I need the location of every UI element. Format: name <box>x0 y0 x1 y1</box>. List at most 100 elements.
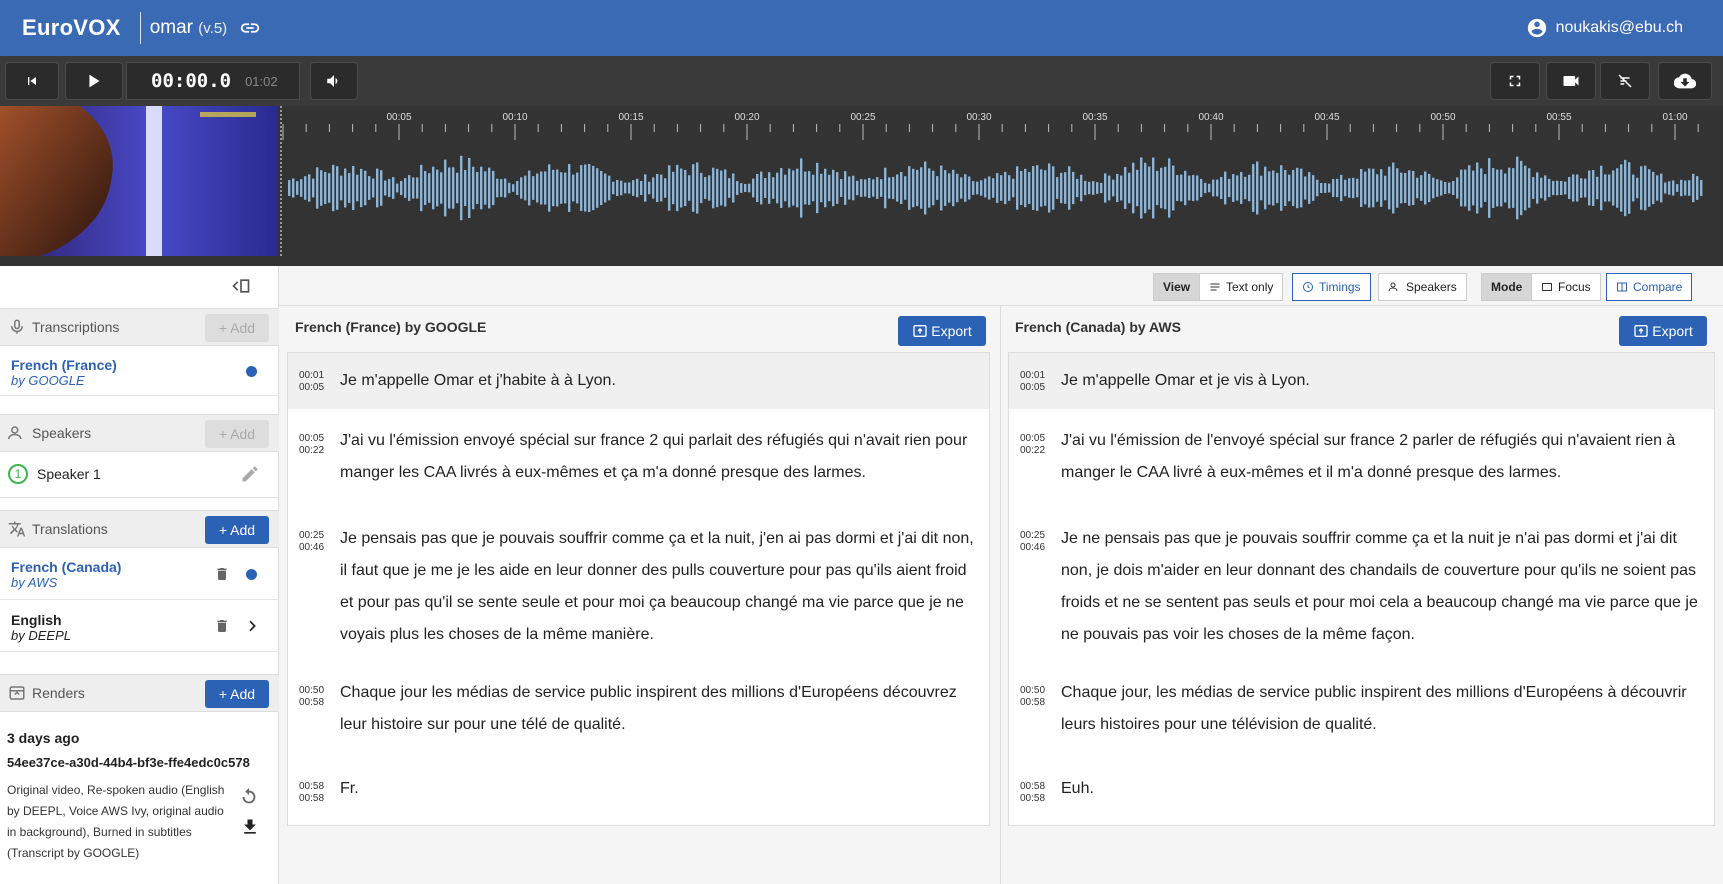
play-button[interactable] <box>65 62 123 100</box>
waveform-timeline[interactable]: 00:05 00:10 00:15 00:20 00:25 00:30 00:35 00:40… <box>280 106 1723 266</box>
collapse-sidebar-icon[interactable] <box>230 276 252 296</box>
left-panel-header: French (France) by GOOGLE <box>279 306 1000 348</box>
waveform-bar <box>1140 157 1143 219</box>
waveform-bar <box>584 164 587 212</box>
focus-toggle[interactable]: Focus <box>1531 273 1601 301</box>
segment-text[interactable]: Chaque jour, les médias de service publi… <box>1061 677 1701 741</box>
waveform-bar <box>916 169 919 207</box>
waveform-bar <box>1072 171 1075 205</box>
segment-text[interactable]: Je pensais pas que je pouvais souffrir c… <box>340 523 980 651</box>
waveform-bar <box>1584 178 1587 198</box>
waveform-bar <box>1316 179 1319 197</box>
waveform-bar <box>1512 168 1515 208</box>
waveform-bar <box>700 172 703 204</box>
speaker-number-badge: 1 <box>8 464 28 484</box>
waveform-bar <box>1332 179 1335 197</box>
segment-text[interactable]: Euh. <box>1061 773 1701 805</box>
user-menu[interactable]: noukakis@ebu.ch <box>1526 17 1683 39</box>
timings-toggle[interactable]: Timings <box>1292 273 1371 301</box>
delete-icon[interactable] <box>214 565 230 583</box>
waveform-bar <box>1320 182 1323 194</box>
left-transcript-panel: French (France) by GOOGLE Export 00:01 0… <box>279 306 1000 884</box>
segment-text[interactable]: Je m'appelle Omar et je vis à Lyon. <box>1061 365 1701 397</box>
app-logo[interactable]: EuroVOX <box>22 15 121 41</box>
waveform-bar <box>340 175 343 201</box>
waveform-bar <box>856 180 859 196</box>
waveform-bar <box>1336 178 1339 198</box>
segment[interactable]: 00:50 00:58 Chaque jour les médias de se… <box>288 663 989 759</box>
waveform-bar <box>868 177 871 199</box>
segment[interactable]: 00:58 00:58 Fr. <box>288 759 989 825</box>
waveform-bar <box>1488 158 1491 218</box>
waveform-bar <box>1452 181 1455 195</box>
segment[interactable]: 00:01 00:05 Je m'appelle Omar et j'habit… <box>288 353 989 409</box>
segment[interactable]: 00:25 00:46 Je pensais pas que je pouvai… <box>288 509 989 663</box>
skip-start-button[interactable] <box>5 62 59 100</box>
add-transcription-button[interactable]: + Add <box>205 314 269 342</box>
segment[interactable]: 00:05 00:22 J'ai vu l'émission envoyé sp… <box>288 409 989 509</box>
waveform-bar <box>1324 183 1327 193</box>
add-translation-button[interactable]: + Add <box>205 516 269 544</box>
left-transcript-card: 00:01 00:05 Je m'appelle Omar et j'habit… <box>287 352 990 826</box>
text-only-label: Text only <box>1226 280 1274 294</box>
play-icon <box>89 74 100 88</box>
segment[interactable]: 00:25 00:46 Je ne pensais pas que je pou… <box>1009 509 1714 663</box>
segment-text[interactable]: Fr. <box>340 773 980 805</box>
waveform-bar <box>1352 177 1355 199</box>
speakers-toggle[interactable]: Speakers <box>1378 273 1467 301</box>
waveform-bar <box>1632 174 1635 202</box>
waveform-bar <box>476 171 479 205</box>
active-indicator <box>246 366 257 377</box>
segment-text[interactable]: Je ne pensais pas que je pouvais souffri… <box>1061 523 1701 651</box>
text-only-toggle[interactable]: Text only <box>1199 273 1284 301</box>
segment-text[interactable]: J'ai vu l'émission de l'envoyé spécial s… <box>1061 425 1701 489</box>
rerender-icon[interactable] <box>238 786 260 808</box>
delete-icon[interactable] <box>214 617 230 635</box>
translation-item-english[interactable]: English by DEEPL <box>0 600 279 652</box>
segment[interactable]: 00:05 00:22 J'ai vu l'émission de l'envo… <box>1009 409 1714 509</box>
waveform-bar <box>712 167 715 209</box>
waveform-bar <box>1192 175 1195 201</box>
video-thumbnail[interactable] <box>0 106 278 256</box>
chevron-right-icon[interactable] <box>244 616 260 636</box>
video-toggle-button[interactable] <box>1546 62 1596 100</box>
edit-icon[interactable] <box>240 464 260 484</box>
segment-text[interactable]: J'ai vu l'émission envoyé spécial sur fr… <box>340 425 980 489</box>
waveform-bar <box>1380 169 1383 207</box>
segment-text[interactable]: Chaque jour les médias de service public… <box>340 677 980 741</box>
fullscreen-button[interactable] <box>1490 62 1540 100</box>
segment-text[interactable]: Je m'appelle Omar et j'habite à à Lyon. <box>340 365 980 397</box>
waveform-bar <box>1508 167 1511 209</box>
waveform-bar <box>964 174 967 202</box>
waveform-bar <box>1284 169 1287 207</box>
segment[interactable]: 00:58 00:58 Euh. <box>1009 759 1714 825</box>
link-icon[interactable] <box>239 17 261 39</box>
segment[interactable]: 00:01 00:05 Je m'appelle Omar et je vis … <box>1009 353 1714 409</box>
transcription-language: French (France) <box>11 357 117 373</box>
translation-provider: by AWS <box>11 575 58 590</box>
compare-toggle[interactable]: Compare <box>1606 273 1693 301</box>
waveform-bar <box>748 183 751 193</box>
cloud-download-button[interactable] <box>1658 62 1712 100</box>
speaker-name: Speaker 1 <box>37 466 101 482</box>
right-export-button[interactable]: Export <box>1619 316 1707 346</box>
add-render-button[interactable]: + Add <box>205 680 269 708</box>
waveform-bar <box>808 171 811 205</box>
segment[interactable]: 00:50 00:58 Chaque jour, les médias de s… <box>1009 663 1714 759</box>
subtitles-off-button[interactable] <box>1600 62 1650 100</box>
translation-item-french-canada[interactable]: French (Canada) by AWS <box>0 548 279 600</box>
add-speaker-button[interactable]: + Add <box>205 420 269 448</box>
waveform-bar <box>924 161 927 215</box>
waveform-bar <box>1076 178 1079 198</box>
volume-button[interactable] <box>310 62 358 100</box>
waveform-bar <box>1152 157 1155 219</box>
speaker-item[interactable]: 1 Speaker 1 <box>0 452 279 498</box>
timeline-label: 00:15 <box>618 112 643 123</box>
waveform-bar <box>1196 175 1199 201</box>
segment-start: 00:01 <box>299 370 325 381</box>
transcription-item[interactable]: French (France) by GOOGLE <box>0 346 279 396</box>
waveform-bar <box>616 179 619 197</box>
left-export-button[interactable]: Export <box>898 316 986 346</box>
waveform-bar <box>516 181 519 195</box>
download-icon[interactable] <box>240 816 260 838</box>
